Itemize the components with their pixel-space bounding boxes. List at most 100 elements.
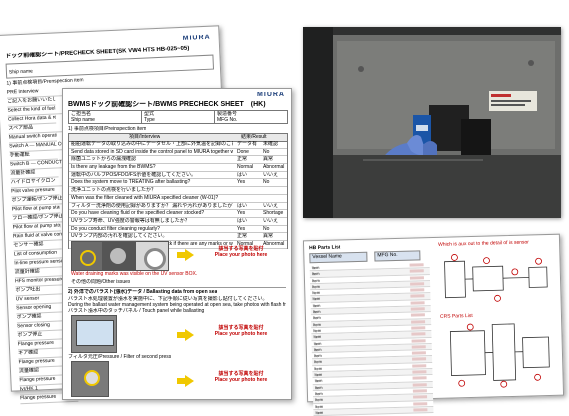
item-question: When was the filter cleaned with MIURA s… bbox=[71, 195, 233, 201]
parts-row-label: Item bbox=[314, 346, 354, 352]
item-answer-a[interactable]: はい bbox=[237, 172, 261, 178]
parts-row-label: Item bbox=[314, 340, 354, 346]
parts-row-label: Item bbox=[314, 352, 354, 358]
parts-row-label: Item bbox=[313, 302, 353, 308]
crs-diagram bbox=[440, 319, 558, 392]
parts-row-label: Item bbox=[313, 314, 353, 320]
parts-row-label: Item bbox=[312, 296, 352, 302]
item-row: 除菌ユニットからの漏洩確認正常異常 bbox=[69, 156, 287, 164]
item-answer-a[interactable]: Done bbox=[237, 149, 261, 155]
item-answer-b[interactable]: 未確認 bbox=[263, 141, 287, 147]
item-row: Do you conduct filter cleaning regularly… bbox=[69, 226, 287, 234]
item-answer-b[interactable]: いいえ bbox=[263, 172, 287, 178]
item-answer-b[interactable]: No bbox=[263, 149, 287, 155]
front-sheet-title: BWMSドック前確認シート/BWMS PRECHECK SHEET (HK) bbox=[68, 101, 288, 108]
item-answer-b[interactable]: いいえ bbox=[263, 218, 287, 224]
ship-name-label: Ship name bbox=[9, 68, 33, 75]
sd-card-photo bbox=[303, 27, 561, 218]
photo-placeholder-2: 該当する写真を貼付 Place your photo here bbox=[211, 325, 271, 337]
item-answer-a[interactable]: データ有 bbox=[237, 141, 261, 147]
section2-label: 2) 外洋でのバラスト(漲水)データ / Ballasting data fro… bbox=[68, 289, 217, 295]
item-row: Does the system move to TREATING after b… bbox=[69, 179, 287, 187]
parts-row-label: Item bbox=[315, 377, 355, 383]
item-question: フィルター洗浄剤の使用記録がありますか？ 漏れや汚れがありましたか？ bbox=[71, 203, 233, 209]
parts-row-label: Item bbox=[315, 409, 355, 415]
parts-row-label: Item bbox=[312, 277, 352, 283]
miura-logo: MIURA bbox=[257, 92, 285, 98]
back-section-label: 1) 事前点検項目/Prenspection item bbox=[6, 77, 83, 86]
items-table: 船舶運転データの取り込みの中にデータセル・上部に外気温を記録のこと。データ有未確… bbox=[68, 141, 288, 249]
item-row: UVランプ内部の汚れを確認してください。正常異常 bbox=[69, 233, 287, 241]
item-answer-a[interactable]: 正常 bbox=[237, 156, 261, 162]
item-row: When was the filter cleaned with MIURA s… bbox=[69, 195, 287, 203]
item-question: Is there any leakage from the BWMS? bbox=[71, 164, 233, 170]
parts-row-label: Item bbox=[315, 384, 355, 390]
item-row: Do you have cleaning fluid or the specif… bbox=[69, 210, 287, 218]
item-answer-a[interactable]: はい bbox=[237, 203, 261, 209]
arrow-icon bbox=[185, 375, 194, 387]
parts-row-label: Item bbox=[312, 289, 352, 295]
item-question: UVランプ内部の汚れを確認してください。 bbox=[71, 233, 233, 239]
item-question: Does the system move to TREATING after b… bbox=[71, 179, 233, 185]
parts-row-label: Item bbox=[314, 371, 354, 377]
item-answer-a[interactable]: Yes bbox=[237, 226, 261, 232]
arrow-icon bbox=[185, 249, 194, 261]
item-answer-b[interactable]: No bbox=[263, 226, 287, 232]
water-note: Water draining marks was visible on the … bbox=[71, 271, 197, 277]
photo-placeholder-1: 該当する写真を貼付 Place your photo here bbox=[211, 246, 271, 258]
crs-parts-title: CRS Parts List bbox=[440, 313, 473, 320]
item-row: フィルター洗浄剤の使用記録がありますか？ 漏れや汚れがありましたか？ はいいいえ bbox=[69, 203, 287, 211]
item-answer-b[interactable]: Abnormal bbox=[263, 164, 287, 170]
section1-label: 1) 事前点検項目/Preinspection item bbox=[68, 126, 146, 132]
item-answer-b[interactable]: No bbox=[263, 179, 287, 185]
parts-row-label: Item bbox=[315, 390, 355, 396]
item-answer-a[interactable]: Normal bbox=[237, 164, 261, 170]
item-answer-b[interactable]: 異常 bbox=[263, 156, 287, 162]
parts-row-label: Item bbox=[313, 327, 353, 333]
parts-row-label: Item bbox=[314, 359, 354, 365]
vessel-name-field: Vessel Name bbox=[309, 252, 367, 264]
uv-sensor-photo-3 bbox=[135, 241, 169, 271]
parts-table: ItemItemItemItemItemItemItemItemItemItem… bbox=[310, 262, 434, 416]
item-answer-a[interactable]: Yes bbox=[237, 210, 261, 216]
miura-logo: MIURA bbox=[183, 35, 211, 42]
item-row: Send data stored in SD card inside the c… bbox=[69, 149, 287, 157]
parts-row-label: Item bbox=[313, 321, 353, 327]
item-answer-b[interactable]: Shortage bbox=[263, 210, 287, 216]
item-question: 洗浄ユニットの点検を行いましたか？ bbox=[71, 187, 233, 193]
front-header-table: ご担当名 Ship name 型式 Type 製造番号 MFG No. bbox=[68, 110, 288, 124]
parts-title: HB Parts List bbox=[309, 244, 341, 251]
item-answer-a[interactable]: 正常 bbox=[237, 233, 261, 239]
item-answer-a[interactable]: Yes bbox=[237, 179, 261, 185]
item-question: 運転中のバルブPOS/FDO/FS示値を確認してください。 bbox=[71, 172, 233, 178]
parts-row-label: Item bbox=[312, 270, 352, 276]
item-question: Do you have cleaning fluid or the specif… bbox=[71, 210, 233, 216]
sensor-diagram bbox=[438, 247, 556, 310]
front-precheck-sheet: MIURA BWMSドック前確認シート/BWMS PRECHECK SHEET … bbox=[62, 88, 292, 400]
touch-panel-photo bbox=[71, 315, 117, 353]
uv-sensor-photo-2 bbox=[103, 241, 135, 271]
item-row: 運転中のバルブPOS/FDO/FS示値を確認してください。はいいいえ bbox=[69, 172, 287, 180]
item-answer-b[interactable]: いいえ bbox=[263, 203, 287, 209]
sd-card-photo-drawing bbox=[303, 27, 561, 218]
parts-row-label: Item bbox=[314, 365, 354, 371]
other-issues-label: その他の問題/Other issues bbox=[71, 279, 130, 285]
item-row: UVランプ寿命、UV強度の警報等は有無しましたか？ はいいいえ bbox=[69, 218, 287, 226]
parts-row-label: Item bbox=[312, 283, 352, 289]
item-row: 船舶運転データの取り込みの中にデータセル・上部に外気温を記録のこと。データ有未確… bbox=[69, 141, 287, 149]
photo-placeholder-3: 該当する写真を貼付 Place your photo here bbox=[211, 371, 271, 383]
item-row: Is there any leakage from the BWMS? Norma… bbox=[69, 164, 287, 172]
filter-pressure-photo bbox=[71, 361, 109, 397]
parts-row-label: Item bbox=[315, 403, 355, 409]
item-answer-b[interactable]: 異常 bbox=[263, 233, 287, 239]
item-row: 洗浄ユニットの点検を行いましたか？ bbox=[69, 187, 287, 195]
parts-list-sheet: HB Parts List Vessel Name MFG No. ItemIt… bbox=[303, 234, 564, 403]
item-question: 除菌ユニットからの漏洩確認 bbox=[71, 156, 233, 162]
uv-sensor-photo-1 bbox=[71, 241, 103, 271]
parts-row-label: Item bbox=[315, 396, 355, 402]
item-question: Do you conduct filter cleaning regularly… bbox=[71, 226, 233, 232]
item-question: 船舶運転データの取り込みの中にデータセル・上部に外気温を記録のこと。 bbox=[71, 141, 233, 147]
parts-row-label: Item bbox=[313, 308, 353, 314]
item-answer-a[interactable]: はい bbox=[237, 218, 261, 224]
item-question: UVランプ寿命、UV強度の警報等は有無しましたか？ bbox=[71, 218, 233, 224]
